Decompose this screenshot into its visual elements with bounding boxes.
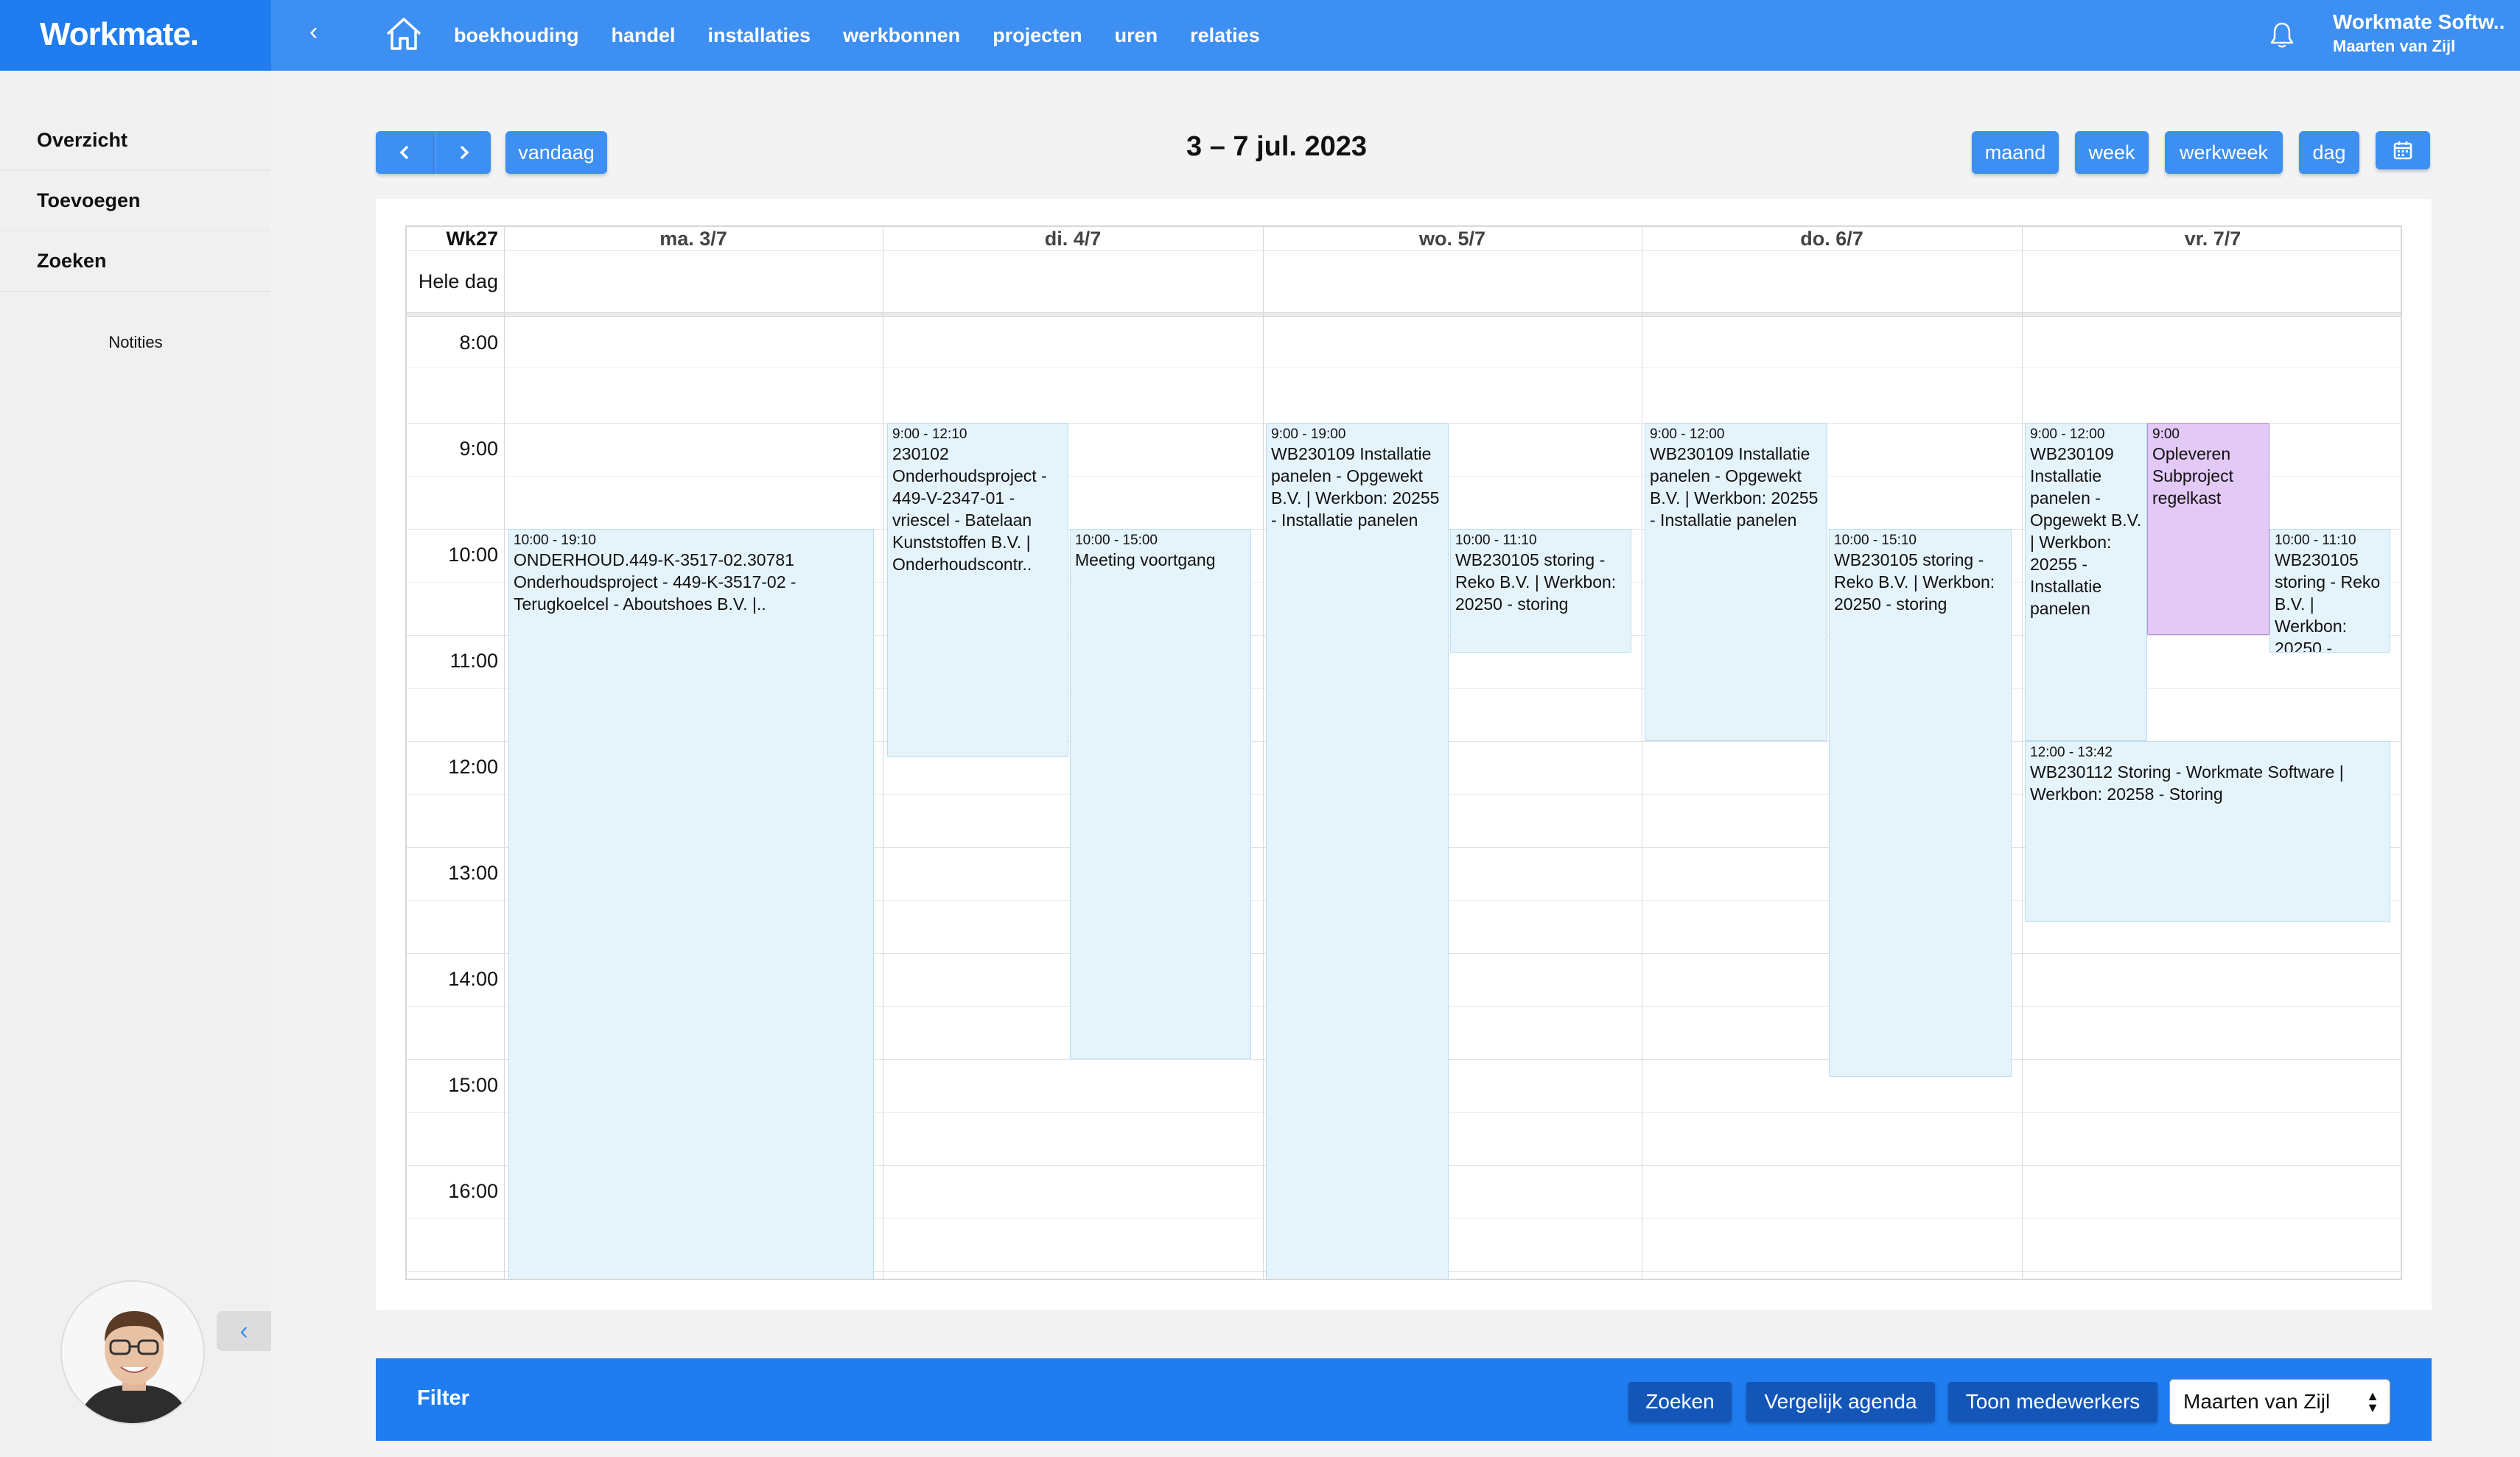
bell-icon[interactable] bbox=[2269, 21, 2295, 49]
event-time: 10:00 - 19:10 bbox=[514, 533, 596, 548]
event-time: 10:00 - 15:10 bbox=[1834, 533, 1917, 548]
top-bar: Workmate. ‹ boekhouding handel installat… bbox=[0, 0, 2520, 71]
nav-relaties[interactable]: relaties bbox=[1190, 24, 1260, 47]
workmate-logo[interactable]: Workmate. bbox=[40, 16, 199, 53]
calendar-event[interactable]: 9:00 - 12:00 WB230109 Installatie panele… bbox=[1645, 423, 1827, 741]
select-arrows-icon: ▲ ▼ bbox=[2366, 1388, 2379, 1415]
calendar-icon bbox=[2393, 141, 2412, 160]
event-time: 9:00 - 12:00 bbox=[1650, 426, 1725, 442]
calendar-event[interactable]: 10:00 - 15:00 Meeting voortgang bbox=[1070, 529, 1251, 1059]
event-title: WB230105 storing - Reko B.V. | Werkbon: … bbox=[2275, 550, 2381, 653]
nav-werkbonnen[interactable]: werkbonnen bbox=[843, 24, 960, 47]
event-title: WB230105 storing - Reko B.V. | Werkbon: … bbox=[1834, 550, 1995, 614]
calendar-event[interactable]: 10:00 - 11:10 WB230105 storing - Reko B.… bbox=[1450, 529, 1631, 653]
compare-agenda-button[interactable]: Vergelijk agenda bbox=[1746, 1382, 1935, 1422]
event-time: 9:00 - 12:00 bbox=[2030, 426, 2105, 442]
hour-label: 15:00 bbox=[448, 1074, 498, 1096]
nav-handel[interactable]: handel bbox=[611, 24, 675, 47]
event-time: 12:00 - 13:42 bbox=[2030, 745, 2113, 760]
event-title: 230102 Onderhoudsproject - 449-V-2347-01… bbox=[892, 444, 1047, 574]
prev-week-button[interactable] bbox=[376, 131, 435, 174]
sidebar-toggle[interactable]: ‹ bbox=[217, 1311, 271, 1351]
chevron-left-icon: ‹ bbox=[239, 1316, 248, 1345]
hour-label: 10:00 bbox=[448, 544, 498, 566]
day-header-wed[interactable]: wo. 5/7 bbox=[1263, 227, 1642, 250]
nav-boekhouding[interactable]: boekhouding bbox=[454, 24, 578, 47]
hour-label: 14:00 bbox=[448, 968, 498, 990]
view-week-button[interactable]: week bbox=[2075, 131, 2149, 174]
event-title: WB230109 Installatie panelen - Opgewekt … bbox=[2030, 444, 2142, 618]
chevron-left-icon bbox=[399, 145, 409, 160]
event-title: Meeting voortgang bbox=[1075, 550, 1216, 569]
hour-label: 11:00 bbox=[449, 650, 498, 672]
view-workweek-button[interactable]: werkweek bbox=[2165, 131, 2283, 174]
event-time: 10:00 - 11:10 bbox=[2275, 533, 2356, 548]
nav-projecten[interactable]: projecten bbox=[993, 24, 1082, 47]
view-month-button[interactable]: maand bbox=[1972, 131, 2059, 174]
day-header-tue[interactable]: di. 4/7 bbox=[883, 227, 1263, 250]
chevron-right-icon bbox=[460, 145, 469, 160]
employee-select[interactable]: Maarten van Zijl ▲ ▼ bbox=[2169, 1379, 2390, 1425]
hour-label: 13:00 bbox=[448, 862, 498, 884]
sidebar-item-toevoegen[interactable]: Toevoegen bbox=[0, 171, 271, 231]
hour-label: 16:00 bbox=[448, 1180, 498, 1202]
logo-area: Workmate. bbox=[0, 0, 271, 71]
calendar-event[interactable]: 9:00 - 19:00 WB230109 Installatie panele… bbox=[1266, 423, 1449, 1279]
event-title: WB230109 Installatie panelen - Opgewekt … bbox=[1271, 444, 1440, 530]
next-week-button[interactable] bbox=[435, 131, 491, 174]
event-title: ONDERHOUD.449-K-3517-02.30781 Onderhouds… bbox=[514, 550, 797, 614]
hour-label: 12:00 bbox=[448, 756, 498, 778]
calendar-event[interactable]: 9:00 - 12:00 WB230109 Installatie panele… bbox=[2025, 423, 2147, 741]
calendar-event[interactable]: 10:00 - 15:10 WB230105 storing - Reko B.… bbox=[1829, 529, 2012, 1077]
calendar-event[interactable]: 10:00 - 11:10 WB230105 storing - Reko B.… bbox=[2269, 529, 2390, 653]
chevron-left-icon[interactable]: ‹ bbox=[309, 18, 318, 46]
week-calendar-grid: Wk27 Hele dag ma. 3/7 di. 4/7 wo. 5/7 do… bbox=[405, 225, 2402, 1280]
day-header-fri[interactable]: vr. 7/7 bbox=[2022, 227, 2401, 250]
day-header-mon[interactable]: ma. 3/7 bbox=[504, 227, 883, 250]
event-title: Opleveren Subproject regelkast bbox=[2152, 444, 2233, 508]
user-name: Maarten van Zijl bbox=[2333, 37, 2456, 55]
event-time: 10:00 - 11:10 bbox=[1455, 533, 1537, 548]
calendar-event-purple[interactable]: 9:00 Opleveren Subproject regelkast bbox=[2147, 423, 2269, 635]
event-title: WB230105 storing - Reko B.V. | Werkbon: … bbox=[1455, 550, 1617, 614]
sidebar-item-zoeken[interactable]: Zoeken bbox=[0, 231, 271, 292]
hour-label: 8:00 bbox=[459, 331, 498, 354]
calendar-event[interactable]: 12:00 - 13:42 WB230112 Storing - Workmat… bbox=[2025, 741, 2390, 922]
calendar-event[interactable]: 10:00 - 19:10 ONDERHOUD.449-K-3517-02.30… bbox=[508, 529, 874, 1279]
all-day-label: Hele dag bbox=[418, 270, 498, 292]
event-time: 9:00 - 19:00 bbox=[1271, 426, 1346, 442]
main-nav: boekhouding handel installaties werkbonn… bbox=[454, 0, 1260, 71]
home-icon[interactable] bbox=[385, 16, 423, 52]
hour-label: 9:00 bbox=[459, 438, 498, 460]
event-time: 10:00 - 15:00 bbox=[1075, 533, 1158, 548]
filter-bar: Filter Zoeken Vergelijk agenda Toon mede… bbox=[376, 1358, 2432, 1441]
notes-label[interactable]: Notities bbox=[0, 333, 271, 352]
calendar-picker-button[interactable] bbox=[2376, 131, 2430, 169]
event-time: 9:00 bbox=[2152, 426, 2180, 442]
sidebar: Overzicht Toevoegen Zoeken Notities ‹ bbox=[0, 71, 271, 1457]
avatar[interactable] bbox=[60, 1280, 205, 1425]
company-name: Workmate Softw.. bbox=[2333, 10, 2505, 33]
search-button[interactable]: Zoeken bbox=[1628, 1382, 1732, 1422]
filter-label[interactable]: Filter bbox=[417, 1386, 469, 1411]
show-employees-button[interactable]: Toon medewerkers bbox=[1948, 1382, 2157, 1422]
calendar-event[interactable]: 9:00 - 12:10 230102 Onderhoudsproject - … bbox=[887, 423, 1068, 757]
week-number: Wk27 bbox=[446, 227, 498, 250]
sidebar-item-overzicht[interactable]: Overzicht bbox=[0, 110, 271, 171]
user-menu[interactable]: Workmate Softw.. Maarten van Zijl bbox=[2333, 10, 2505, 56]
view-day-button[interactable]: dag bbox=[2299, 131, 2359, 174]
today-button[interactable]: vandaag bbox=[505, 131, 607, 174]
event-title: WB230112 Storing - Workmate Software | W… bbox=[2030, 762, 2344, 804]
day-header-thu[interactable]: do. 6/7 bbox=[1642, 227, 2022, 250]
event-title: WB230109 Installatie panelen - Opgewekt … bbox=[1650, 444, 1819, 530]
event-time: 9:00 - 12:10 bbox=[892, 426, 967, 442]
employee-select-value: Maarten van Zijl bbox=[2183, 1390, 2331, 1413]
nav-uren[interactable]: uren bbox=[1115, 24, 1158, 47]
nav-installaties[interactable]: installaties bbox=[708, 24, 811, 47]
date-range-title: 3 – 7 jul. 2023 bbox=[1186, 131, 1368, 162]
